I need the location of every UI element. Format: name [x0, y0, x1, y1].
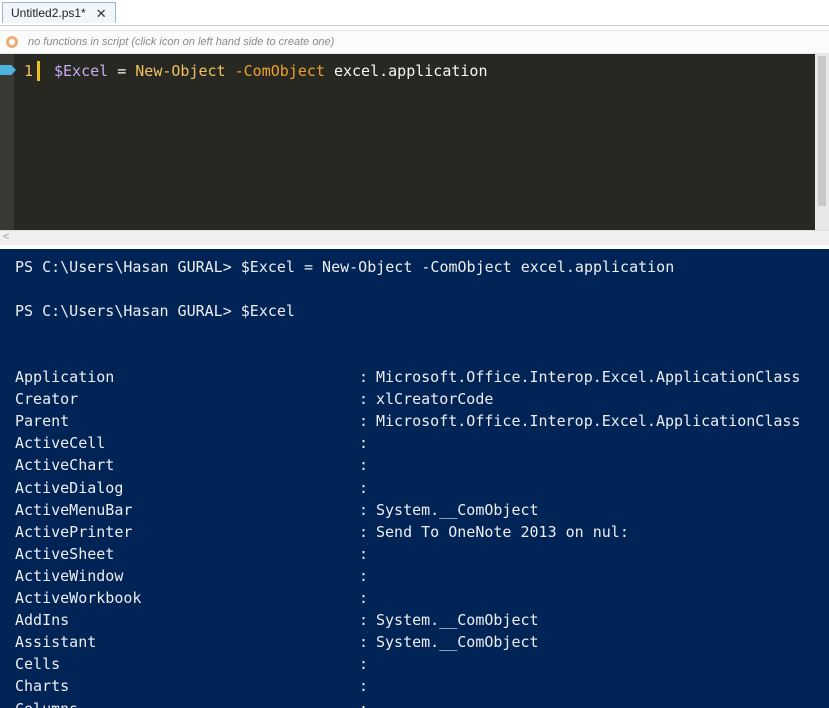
property-name: ActiveMenuBar — [15, 501, 133, 519]
code-parameter: -ComObject — [225, 62, 325, 80]
property-name: Columns — [15, 700, 78, 708]
console-prompt-line: PS C:\Users\Hasan GURAL> $Excel = New-Ob… — [15, 258, 675, 276]
script-editor[interactable]: 1 $Excel = New-Object -ComObject excel.a… — [0, 54, 829, 230]
property-value: Send To OneNote 2013 on nul: — [376, 523, 629, 541]
property-separator: : — [359, 412, 369, 430]
console-pane[interactable]: PS C:\Users\Hasan GURAL> $Excel = New-Ob… — [0, 249, 829, 708]
property-name: Creator — [15, 390, 79, 408]
property-name: AddIns — [15, 611, 70, 629]
editor-gutter — [0, 54, 14, 230]
property-name: Cells — [15, 655, 61, 673]
property-name: Application — [15, 368, 115, 386]
property-separator: : — [359, 456, 369, 474]
property-name: Assistant — [15, 633, 97, 651]
code-argument: excel.application — [324, 62, 488, 80]
property-value: System.__ComObject — [376, 611, 539, 629]
code-line-1[interactable]: $Excel = New-Object -ComObject excel.app… — [54, 62, 488, 80]
property-separator: : — [359, 611, 369, 629]
property-separator: : — [359, 655, 369, 673]
property-separator: : — [359, 523, 369, 541]
property-separator: : — [359, 545, 369, 563]
code-variable: $Excel — [54, 62, 109, 80]
property-separator: : — [359, 589, 369, 607]
property-separator: : — [359, 677, 369, 695]
console-prompt-line: PS C:\Users\Hasan GURAL> $Excel — [15, 302, 295, 320]
property-name: ActiveSheet — [15, 545, 115, 563]
scroll-left-icon[interactable]: < — [3, 231, 9, 243]
property-name: ActiveChart — [15, 456, 115, 474]
change-indicator — [37, 61, 40, 81]
scrollbar-thumb[interactable] — [818, 56, 826, 206]
property-name: ActiveWindow — [15, 567, 124, 585]
property-name: ActiveWorkbook — [15, 589, 142, 607]
code-operator: = — [108, 62, 136, 80]
property-name: Parent — [15, 412, 70, 430]
property-value: Microsoft.Office.Interop.Excel.Applicati… — [376, 368, 801, 386]
tab-strip: Untitled2.ps1* ✕ — [0, 0, 829, 26]
editor-vertical-scrollbar[interactable] — [815, 54, 829, 230]
code-cmdlet: New-Object — [135, 62, 226, 80]
property-separator: : — [359, 633, 369, 651]
property-value: System.__ComObject — [376, 501, 539, 519]
line-number: 1 — [24, 62, 34, 80]
property-separator: : — [359, 390, 369, 408]
close-icon[interactable]: ✕ — [96, 7, 107, 20]
property-name: ActiveCell — [15, 434, 106, 452]
property-value: Microsoft.Office.Interop.Excel.Applicati… — [376, 412, 801, 430]
editor-horizontal-scrollbar[interactable]: < — [0, 230, 829, 245]
property-name: ActiveDialog — [15, 479, 124, 497]
property-separator: : — [359, 700, 368, 708]
property-separator: : — [359, 501, 369, 519]
property-name: ActivePrinter — [15, 523, 133, 541]
property-separator: : — [359, 434, 369, 452]
property-value: System.__ComObject — [376, 633, 539, 651]
property-separator: : — [359, 368, 369, 386]
tab-untitled2[interactable]: Untitled2.ps1* ✕ — [2, 2, 116, 23]
function-bar-text: no functions in script (click icon on le… — [28, 36, 335, 48]
property-name: Charts — [15, 677, 70, 695]
property-separator: : — [359, 479, 369, 497]
property-value: xlCreatorCode — [376, 390, 494, 408]
property-separator: : — [359, 567, 369, 585]
function-bar: no functions in script (click icon on le… — [0, 30, 829, 54]
tab-title: Untitled2.ps1* — [11, 6, 86, 20]
gear-icon[interactable] — [6, 36, 18, 48]
